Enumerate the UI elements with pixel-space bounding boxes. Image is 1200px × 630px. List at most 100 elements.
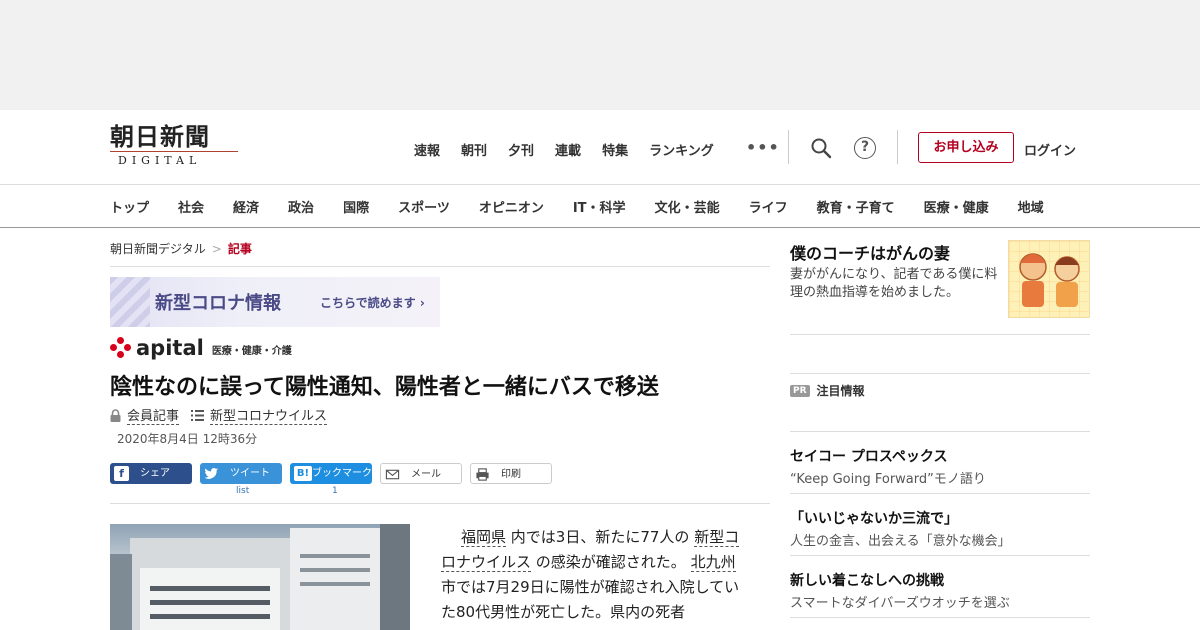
list-icon (191, 409, 205, 421)
mail-share-button[interactable]: メール (380, 463, 462, 484)
pr-item-description[interactable]: 人生の金言、出会える「意外な機会」 (790, 530, 1011, 549)
twitter-count[interactable]: list (236, 486, 249, 496)
divider (790, 555, 1090, 556)
breadcrumb-separator: > (211, 242, 222, 256)
pr-badge: PR (790, 384, 810, 397)
topic-tag[interactable]: 新型コロナウイルス (191, 405, 328, 425)
photo-building (110, 554, 132, 630)
category-top[interactable]: トップ (110, 197, 149, 216)
search-icon[interactable] (810, 137, 832, 159)
category-culture[interactable]: 文化・芸能 (655, 197, 720, 216)
category-life[interactable]: ライフ (749, 197, 788, 216)
hatena-bookmark-icon: B! (294, 466, 312, 481)
mail-share-label: メール (411, 469, 441, 480)
print-label: 印刷 (501, 469, 521, 480)
print-button[interactable]: 印刷 (470, 463, 552, 484)
facebook-share-button[interactable]: f シェア (110, 463, 192, 484)
mail-icon (385, 469, 400, 480)
pr-item-title[interactable]: 「いいじゃないか三流で」 (790, 508, 958, 528)
twitter-share-label: ツイート (230, 468, 270, 479)
nav-item-ranking[interactable]: ランキング (649, 140, 714, 159)
breadcrumb-current: 記事 (227, 242, 252, 256)
facebook-share-label: シェア (140, 468, 170, 479)
sidebar-feature-description: 妻ががんになり、記者である僕に料理の熱血指導を始めました。 (790, 267, 998, 300)
apital-category: 医療・健康・介護 (211, 346, 292, 357)
breadcrumb-home[interactable]: 朝日新聞デジタル (110, 242, 206, 256)
photo-window-row (150, 586, 270, 591)
category-politics[interactable]: 政治 (288, 197, 314, 216)
logo-main-text: 朝日新聞 (110, 122, 210, 151)
login-link[interactable]: ログイン (1024, 140, 1076, 159)
more-menu-icon[interactable]: ••• (746, 138, 780, 157)
topic-tag-label: 新型コロナウイルス (210, 405, 328, 425)
divider (790, 334, 1090, 335)
category-it-science[interactable]: IT・科学 (573, 197, 626, 216)
divider (790, 617, 1090, 618)
pr-item-description[interactable]: “Keep Going Forward”モノ語り (790, 468, 986, 487)
twitter-icon (204, 468, 219, 479)
category-opinion[interactable]: オピニオン (479, 197, 544, 216)
photo-window-row (300, 554, 370, 558)
corona-banner-link: こちらで読めます › (320, 296, 425, 310)
category-region[interactable]: 地域 (1018, 197, 1044, 216)
category-sports[interactable]: スポーツ (398, 197, 450, 216)
category-nav: トップ 社会 経済 政治 国際 スポーツ オピニオン IT・科学 文化・芸能 ラ… (0, 184, 1200, 228)
body-text-segment: 市では7月29日に陽性が確認され入院していた80代男性が死亡した。県内の死者 (441, 578, 740, 621)
site-logo[interactable]: 朝日新聞 DIGITAL (110, 124, 240, 167)
pr-item-title[interactable]: セイコー プロスペックス (790, 446, 947, 466)
member-tag[interactable]: 会員記事 (110, 405, 180, 425)
category-economy[interactable]: 経済 (233, 197, 259, 216)
nav-item-tokushu[interactable]: 特集 (602, 140, 628, 159)
hatena-bookmark-label: ブックマーク (312, 468, 372, 479)
nav-item-rensai[interactable]: 連載 (555, 140, 581, 159)
article-photo[interactable] (110, 524, 410, 630)
help-icon[interactable]: ? (854, 137, 876, 159)
banner-decoration (110, 277, 150, 327)
member-tag-label: 会員記事 (127, 405, 180, 425)
pr-section-header: PR 注目情報 (790, 382, 865, 399)
sidebar-feature-title[interactable]: 僕のコーチはがんの妻 (790, 240, 950, 264)
pr-item-description[interactable]: スマートなダイバーズウオッチを選ぶ (790, 592, 1010, 611)
breadcrumb: 朝日新聞デジタル > 記事 (110, 240, 252, 257)
couple-illustration-icon (1019, 253, 1080, 307)
body-text-segment: の感染が確認された。 (535, 553, 686, 571)
header-divider (897, 130, 898, 164)
body-link-fukuoka[interactable]: 福岡県 (461, 528, 507, 547)
category-society[interactable]: 社会 (178, 197, 204, 216)
logo-rule (110, 151, 238, 152)
category-education[interactable]: 教育・子育て (817, 197, 895, 216)
hatena-count[interactable]: 1 (332, 486, 338, 496)
corona-info-banner[interactable]: 新型コロナ情報 こちらで読めます › (110, 277, 440, 327)
category-international[interactable]: 国際 (343, 197, 369, 216)
top-nav: 速報 朝刊 夕刊 連載 特集 ランキング (414, 140, 735, 159)
lock-icon (110, 408, 121, 422)
divider (790, 373, 1090, 374)
pr-item-title[interactable]: 新しい着こなしへの挑戦 (790, 570, 944, 590)
body-link-kitakyushu[interactable]: 北九州 (690, 553, 736, 572)
hatena-bookmark-button[interactable]: B! ブックマーク (290, 463, 372, 484)
photo-window-row (300, 568, 370, 572)
twitter-share-button[interactable]: ツイート (200, 463, 282, 484)
apital-logo-icon (110, 337, 132, 359)
sidebar-feature-illustration[interactable] (1008, 240, 1090, 318)
category-health[interactable]: 医療・健康 (924, 197, 989, 216)
apital-logo-text: apital (136, 336, 204, 360)
nav-item-sokuho[interactable]: 速報 (414, 140, 440, 159)
site-header: 朝日新聞 DIGITAL 速報 朝刊 夕刊 連載 特集 ランキング ••• ? … (0, 110, 1200, 184)
corona-banner-title: 新型コロナ情報 (155, 293, 281, 314)
divider (790, 493, 1090, 494)
apital-header[interactable]: apital 医療・健康・介護 (110, 337, 292, 359)
divider (110, 503, 770, 504)
article-date: 2020年8月4日 12時36分 (117, 432, 258, 446)
photo-window-row (150, 614, 270, 619)
facebook-icon: f (114, 466, 129, 481)
header-divider (788, 130, 789, 164)
nav-item-yukan[interactable]: 夕刊 (508, 140, 534, 159)
nav-item-choukan[interactable]: 朝刊 (461, 140, 487, 159)
apply-button[interactable]: お申し込み (918, 132, 1014, 163)
body-text-segment: 内では3日、新たに77人の (510, 528, 690, 546)
pr-section-label: 注目情報 (816, 384, 865, 398)
article-headline: 陰性なのに誤って陽性通知、陽性者と一緒にバスで移送 (110, 375, 659, 400)
photo-building (140, 568, 280, 630)
divider (790, 431, 1090, 432)
